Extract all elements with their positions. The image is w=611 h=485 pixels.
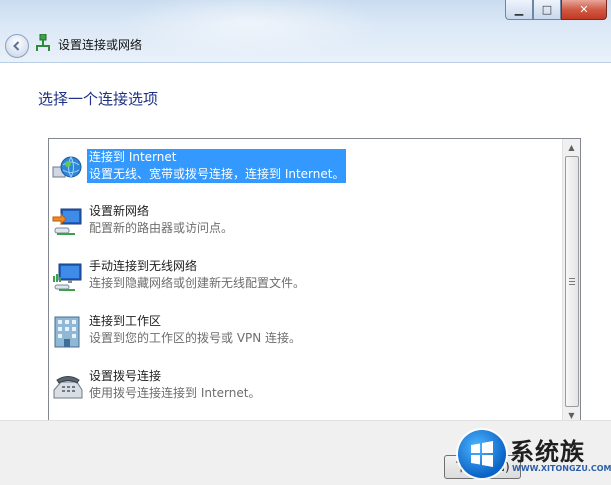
wireless-network-icon	[53, 263, 82, 291]
option-title: 设置新网络	[89, 204, 150, 218]
caption-buttons: ▁ □ ✕	[505, 0, 607, 20]
option-description: 使用拨号连接连接到 Internet。	[89, 386, 261, 400]
option-description: 设置无线、宽带或拨号连接，连接到 Internet。	[87, 166, 347, 183]
option-title: 连接到工作区	[89, 314, 162, 328]
close-button[interactable]: ✕	[561, 0, 607, 20]
window-titlebar: ▁ □ ✕ 设置连接或网络	[0, 0, 611, 63]
dialup-phone-icon	[53, 376, 83, 399]
back-arrow-icon	[13, 41, 20, 51]
page-heading: 选择一个连接选项	[38, 90, 159, 108]
option-dialup[interactable]: 设置拨号连接 使用拨号连接连接到 Internet。	[49, 368, 562, 423]
option-connect-workplace[interactable]: 连接到工作区 设置到您的工作区的拨号或 VPN 连接。	[49, 313, 562, 368]
option-connect-internet[interactable]: 连接到 Internet 设置无线、宽带或拨号连接，连接到 Internet。	[49, 149, 562, 204]
option-title: 连接到 Internet	[87, 149, 347, 166]
maximize-button[interactable]: □	[533, 0, 561, 20]
option-title: 手动连接到无线网络	[89, 259, 198, 273]
option-description: 连接到隐藏网络或创建新无线配置文件。	[89, 276, 306, 290]
scroll-up-icon[interactable]: ▲	[563, 139, 580, 155]
network-setup-icon	[36, 34, 50, 51]
option-title: 设置拨号连接	[89, 369, 162, 383]
back-button[interactable]	[5, 34, 29, 58]
option-description: 配置新的路由器或访问点。	[89, 221, 234, 235]
grip-icon	[569, 278, 575, 285]
workplace-icon	[54, 316, 80, 348]
windows-logo-icon	[458, 430, 506, 478]
minimize-button[interactable]: ▁	[505, 0, 533, 20]
watermark: 系统族 WWW.XITONGZU.COM	[458, 426, 611, 484]
option-description: 设置到您的工作区的拨号或 VPN 连接。	[89, 331, 302, 345]
window-title: 设置连接或网络	[58, 38, 143, 52]
connection-options-list[interactable]: 连接到 Internet 设置无线、宽带或拨号连接，连接到 Internet。 …	[48, 138, 581, 424]
option-manual-wireless[interactable]: 手动连接到无线网络 连接到隐藏网络或创建新无线配置文件。	[49, 258, 562, 313]
watermark-url: WWW.XITONGZU.COM	[512, 464, 611, 473]
new-network-icon	[52, 208, 82, 235]
option-new-network[interactable]: 设置新网络 配置新的路由器或访问点。	[49, 203, 562, 258]
vertical-scrollbar[interactable]: ▲ ▼	[562, 139, 580, 423]
scroll-thumb[interactable]	[565, 156, 579, 407]
globe-network-icon	[52, 156, 82, 178]
watermark-brand: 系统族	[510, 438, 585, 466]
